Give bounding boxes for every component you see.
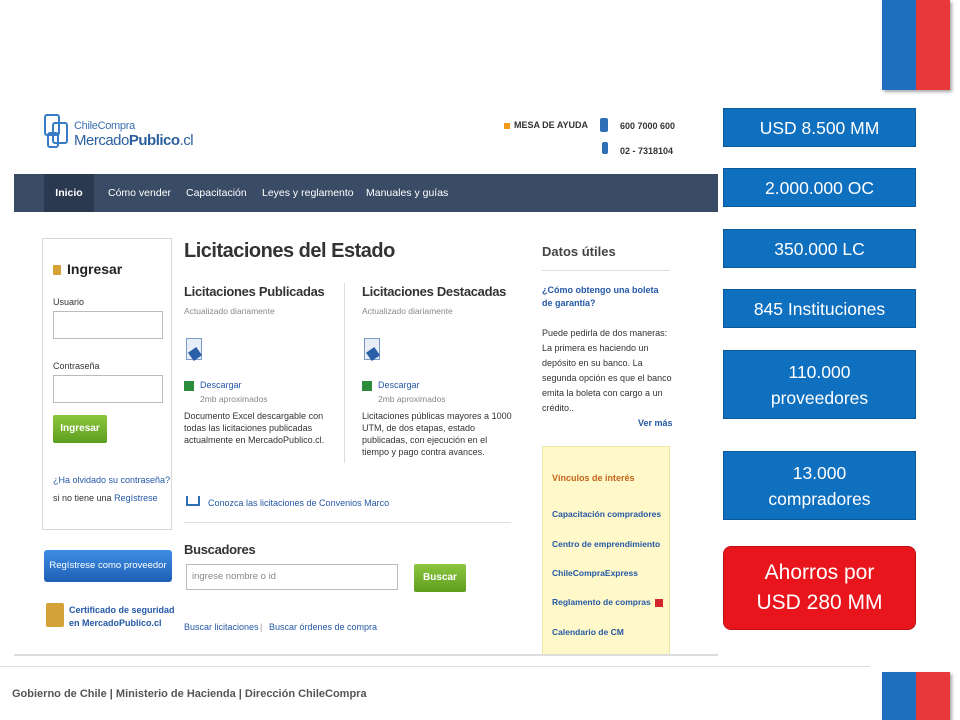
link-calendario[interactable]: Calendario de CM [552, 627, 624, 637]
logo-top-text: ChileCompra [74, 120, 135, 132]
published-download-link[interactable]: Descargar [200, 380, 242, 390]
password-input[interactable] [53, 375, 163, 403]
column-divider [344, 283, 345, 463]
footer-divider [0, 666, 870, 667]
screenshot-bottom-line [14, 654, 718, 656]
nav-capacitacion[interactable]: Capacitación [186, 174, 247, 212]
useful-data-title: Datos útiles [542, 244, 616, 259]
published-size: 2mb aproximados [200, 394, 268, 404]
register-link[interactable]: Regístrese [114, 493, 158, 503]
featured-title: Licitaciones Destacadas [362, 284, 507, 299]
login-box: Ingresar Usuario Contraseña Ingresar ¿Ha… [42, 238, 172, 530]
search-tenders-link[interactable]: Buscar licitaciones [184, 622, 259, 632]
search-orders-link[interactable]: Buscar órdenes de compra [269, 622, 377, 632]
convenios-marco-link[interactable]: Conozca las licitaciones de Convenios Ma… [208, 498, 389, 508]
phone-icon [600, 118, 608, 132]
featured-download-link[interactable]: Descargar [378, 380, 420, 390]
main-nav: Inicio Cómo vender Capacitación Leyes y … [14, 174, 718, 212]
nav-leyes[interactable]: Leyes y reglamento [262, 174, 354, 212]
link-chilecompraexpress[interactable]: ChileCompraExpress [552, 568, 638, 578]
document-star-icon [364, 338, 380, 360]
search-input[interactable]: ingrese nombre o id [186, 564, 398, 590]
search-button[interactable]: Buscar [414, 564, 466, 592]
no-account-text: si no tiene una Regístrese [53, 493, 158, 503]
stat-lc: 350.000 LC [723, 229, 916, 268]
link-emprendimiento[interactable]: Centro de emprendimiento [552, 539, 660, 549]
footer-text: Gobierno de Chile | Ministerio de Hacien… [12, 688, 367, 700]
published-title: Licitaciones Publicadas [184, 284, 325, 299]
stat-proveedores: 110.000 proveedores [723, 350, 916, 419]
forgot-password-link[interactable]: ¿Ha olvidado su contraseña? [53, 475, 170, 485]
logo-bottom-text: MercadoPublico.cl [74, 132, 194, 149]
guarantee-answer: Puede pedirla de dos maneras: La primera… [542, 328, 672, 413]
published-updated: Actualizado diariamente [184, 306, 275, 316]
guarantee-question-link[interactable]: ¿Cómo obtengo una boleta de garantía? [542, 284, 670, 310]
mobile-icon [602, 142, 608, 154]
excel-icon [184, 381, 194, 391]
stat-instituciones: 845 Instituciones [723, 289, 916, 328]
login-title: Ingresar [67, 261, 123, 277]
cart-icon [186, 496, 200, 506]
stat-usd: USD 8.500 MM [723, 108, 916, 147]
help-square-icon [504, 123, 510, 129]
register-provider-button[interactable]: Regístrese como proveedor [44, 550, 172, 582]
link-reglamento[interactable]: Reglamento de compras [552, 597, 663, 607]
page-title: Licitaciones del Estado [184, 240, 395, 262]
mercadopublico-logo: ChileCompra MercadoPublico.cl [44, 110, 194, 158]
phone-number-2: 02 - 7318104 [620, 146, 674, 156]
stat-oc: 2.000.000 OC [723, 168, 916, 207]
pdf-icon [654, 598, 663, 607]
logo-squares-icon [44, 114, 72, 152]
featured-description: Licitaciones públicas mayores a 1000 UTM… [362, 411, 512, 457]
chile-flag-top [882, 0, 950, 90]
link-capacitacion[interactable]: Capacitación compradores [552, 509, 661, 519]
featured-size: 2mb aproximados [378, 394, 446, 404]
phone-number-1: 600 7000 600 [620, 121, 676, 131]
lock-icon [53, 265, 61, 275]
search-title: Buscadores [184, 542, 256, 557]
user-input[interactable] [53, 311, 163, 339]
published-description: Documento Excel descargable con todas la… [184, 411, 325, 445]
help-desk-label: MESA DE AYUDA [514, 120, 589, 130]
document-icon [186, 338, 202, 360]
featured-updated: Actualizado diariamente [362, 306, 453, 316]
excel-icon [362, 381, 372, 391]
nav-como-vender[interactable]: Cómo vender [108, 174, 171, 212]
savings-highlight: Ahorros por USD 280 MM [723, 546, 916, 630]
stat-compradores: 13.000 compradores [723, 451, 916, 520]
links-title: Vínculos de interés [552, 473, 635, 483]
chile-flag-bottom [882, 672, 950, 720]
security-certificate-link[interactable]: Certificado de seguridad en MercadoPubli… [69, 604, 179, 630]
nav-manuales[interactable]: Manuales y guías [366, 174, 448, 212]
certificate-lock-icon [46, 603, 64, 627]
user-label: Usuario [53, 297, 85, 307]
website-screenshot: ChileCompra MercadoPublico.cl MESA DE AY… [14, 98, 718, 656]
see-more-link[interactable]: Ver más [638, 418, 673, 428]
password-label: Contraseña [53, 361, 100, 371]
section-divider [184, 522, 511, 523]
login-button[interactable]: Ingresar [53, 415, 107, 443]
nav-inicio[interactable]: Inicio [44, 174, 94, 212]
link-separator: | [260, 622, 263, 632]
useful-data-divider [542, 270, 670, 271]
links-of-interest-box: Vínculos de interés Capacitación comprad… [542, 446, 670, 656]
